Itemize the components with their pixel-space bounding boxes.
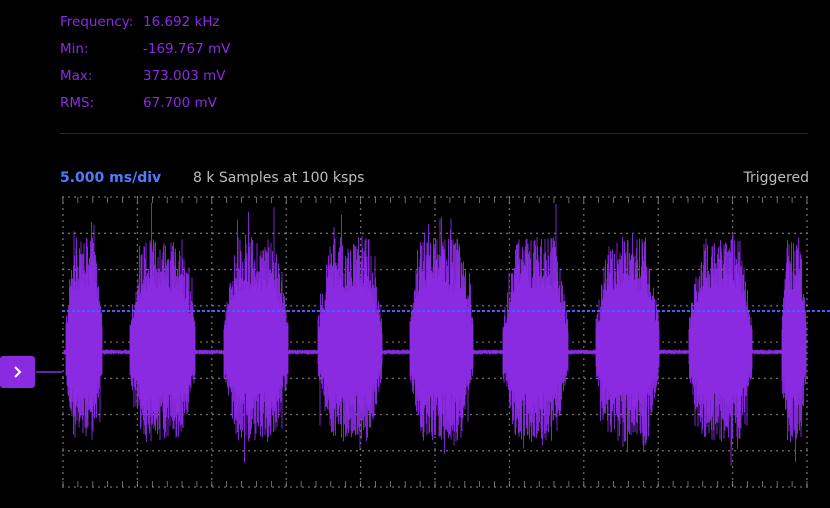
min-value: -169.767 mV (143, 41, 231, 57)
min-measurement: Min: -169.767 mV (60, 39, 360, 66)
status-bar: 5.000 ms/div 8 k Samples at 100 ksps Tri… (60, 168, 809, 188)
channel-marker-button[interactable] (0, 356, 35, 388)
frequency-label: Frequency: (60, 14, 134, 30)
trigger-status: Triggered (743, 170, 809, 186)
divider (60, 133, 808, 134)
rms-label: RMS: (60, 95, 95, 111)
max-label: Max: (60, 68, 93, 84)
frequency-measurement: Frequency: 16.692 kHz (60, 12, 360, 39)
min-label: Min: (60, 41, 89, 57)
chevron-right-icon (13, 366, 21, 378)
oscilloscope-view: Frequency: 16.692 kHz Min: -169.767 mV M… (0, 0, 830, 508)
max-measurement: Max: 373.003 mV (60, 66, 360, 93)
rms-measurement: RMS: 67.700 mV (60, 93, 360, 120)
rms-value: 67.700 mV (143, 95, 217, 111)
measurements-panel: Frequency: 16.692 kHz Min: -169.767 mV M… (60, 12, 360, 120)
sample-info: 8 k Samples at 100 ksps (193, 170, 365, 186)
waveform-trace (63, 202, 807, 466)
max-value: 373.003 mV (143, 68, 226, 84)
frequency-value: 16.692 kHz (143, 14, 220, 30)
timebase-label[interactable]: 5.000 ms/div (60, 168, 161, 188)
waveform-display[interactable] (0, 190, 830, 495)
